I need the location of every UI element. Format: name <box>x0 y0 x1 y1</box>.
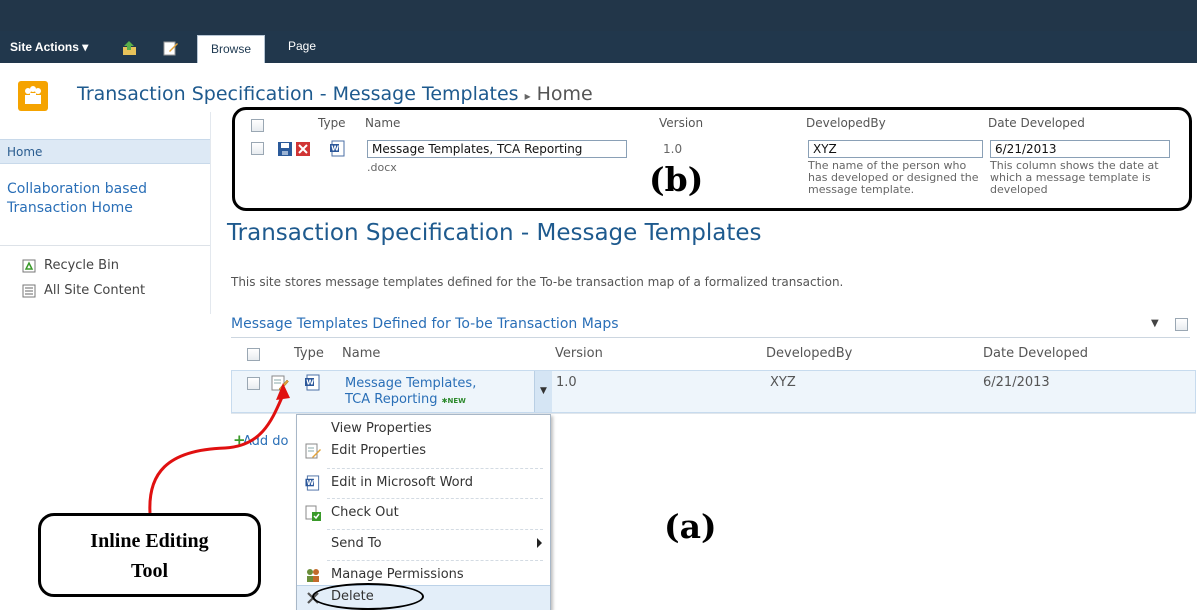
menu-item-label: Check Out <box>331 505 399 520</box>
breadcrumb-page: Home <box>536 83 593 105</box>
document-name-link[interactable]: Message Templates, TCA Reporting ✱NEW <box>345 376 476 409</box>
cell-developedby: XYZ <box>770 375 796 390</box>
svg-text:W: W <box>307 479 315 487</box>
inline-header-developedby: DevelopedBy <box>806 116 886 130</box>
inline-developedby-help: The name of the person who has developed… <box>808 159 979 196</box>
inline-developedby-input[interactable]: XYZ <box>808 140 983 158</box>
nav-recycle-bin-label: Recycle Bin <box>44 258 119 273</box>
column-header-developedby[interactable]: DevelopedBy <box>766 346 852 361</box>
word-document-icon: W <box>330 140 345 157</box>
document-name-line2: TCA Reporting <box>345 392 438 407</box>
cancel-icon[interactable] <box>295 141 311 157</box>
nav-collaboration-home[interactable]: Collaboration based Transaction Home <box>7 180 202 218</box>
menu-item-edit-properties[interactable]: Edit Properties <box>297 437 550 467</box>
menu-item-label: View Properties <box>331 421 432 436</box>
check-out-icon <box>305 505 321 521</box>
menu-item-send-to[interactable]: Send To <box>297 530 550 560</box>
site-logo <box>18 81 48 111</box>
document-name-line1: Message Templates, <box>345 376 477 391</box>
cell-version: 1.0 <box>556 375 577 390</box>
callout-text: Inline Editing Tool <box>90 530 209 582</box>
people-icon <box>25 86 41 104</box>
breadcrumb-site[interactable]: Transaction Specification - Message Temp… <box>77 83 519 105</box>
inline-row-checkbox[interactable] <box>251 142 264 155</box>
cell-date-developed: 6/21/2013 <box>983 375 1050 390</box>
svg-text:W: W <box>331 145 339 153</box>
menu-item-label: Send To <box>331 536 382 551</box>
recycle-bin-icon <box>22 259 36 273</box>
menu-item-view-properties[interactable]: View Properties <box>297 419 550 439</box>
breadcrumb: Transaction Specification - Message Temp… <box>77 83 593 105</box>
row-checkbox[interactable] <box>247 377 260 390</box>
top-bar <box>0 0 1197 31</box>
column-header-name[interactable]: Name <box>342 346 380 361</box>
add-document-link[interactable]: Add do <box>243 434 289 449</box>
word-document-icon: W <box>305 475 320 491</box>
site-description: This site stores message templates defin… <box>231 275 844 289</box>
inline-date-input[interactable]: 6/21/2013 <box>990 140 1170 158</box>
list-title[interactable]: Message Templates Defined for To-be Tran… <box>231 316 619 332</box>
save-icon[interactable] <box>277 141 293 157</box>
new-badge-label: NEW <box>447 397 466 405</box>
menu-item-label: Edit Properties <box>331 443 427 458</box>
inline-header-date-developed: Date Developed <box>988 116 1085 130</box>
nav-all-site-content-label: All Site Content <box>44 283 146 298</box>
annotation-label-b: (b) <box>649 160 704 199</box>
tab-browse[interactable]: Browse <box>197 35 265 63</box>
inline-select-all-checkbox[interactable] <box>251 119 264 132</box>
edit-properties-icon <box>305 443 321 459</box>
inline-date-help: This column shows the date at which a me… <box>990 159 1159 196</box>
delete-highlight-ellipse <box>312 583 424 610</box>
tab-page[interactable]: Page <box>288 39 316 53</box>
word-document-icon: W <box>305 374 320 391</box>
column-header-type[interactable]: Type <box>294 346 324 361</box>
inline-version-value: 1.0 <box>663 142 683 156</box>
svg-text:W: W <box>306 379 314 387</box>
nav-border <box>210 112 211 314</box>
inline-header-name: Name <box>365 116 401 130</box>
menu-item-label: Manage Permissions <box>331 567 464 582</box>
permissions-icon <box>307 569 319 582</box>
breadcrumb-separator: ▸ <box>524 89 531 103</box>
nav-home[interactable]: Home <box>0 139 210 164</box>
column-header-version[interactable]: Version <box>555 346 603 361</box>
item-context-menu: View Properties Edit Properties W Edit i… <box>296 414 551 610</box>
nav-divider <box>0 245 210 246</box>
select-all-checkbox[interactable] <box>247 348 260 361</box>
site-actions-menu[interactable]: Site Actions ▾ <box>10 40 88 54</box>
inline-editing-tool-callout: Inline Editing Tool <box>38 513 261 597</box>
menu-item-check-out[interactable]: Check Out <box>297 499 550 529</box>
submenu-arrow-icon <box>537 538 542 548</box>
list-title-divider <box>231 337 1190 338</box>
inline-header-version: Version <box>659 116 704 130</box>
inline-file-extension: .docx <box>367 161 397 174</box>
item-menu-dropdown[interactable]: ▼ <box>534 371 552 412</box>
list-view-dropdown-icon[interactable]: ▼ <box>1151 318 1159 329</box>
site-content-icon <box>22 284 36 298</box>
inline-edit-icon[interactable] <box>271 374 289 392</box>
annotation-label-a: (a) <box>664 507 717 546</box>
page-title: Transaction Specification - Message Temp… <box>227 220 762 246</box>
inline-header-type: Type <box>318 116 346 130</box>
ribbon: Site Actions ▾ Browse Page <box>0 31 1197 63</box>
column-header-date-developed[interactable]: Date Developed <box>983 346 1088 361</box>
navigate-up-icon[interactable] <box>122 40 138 56</box>
list-select-checkbox[interactable] <box>1175 318 1188 331</box>
new-badge: ✱NEW <box>441 397 466 405</box>
menu-item-label: Edit in Microsoft Word <box>331 475 473 490</box>
edit-page-icon[interactable] <box>163 40 179 56</box>
menu-item-edit-in-word[interactable]: W Edit in Microsoft Word <box>297 469 550 499</box>
inline-name-input[interactable]: Message Templates, TCA Reporting <box>367 140 627 158</box>
